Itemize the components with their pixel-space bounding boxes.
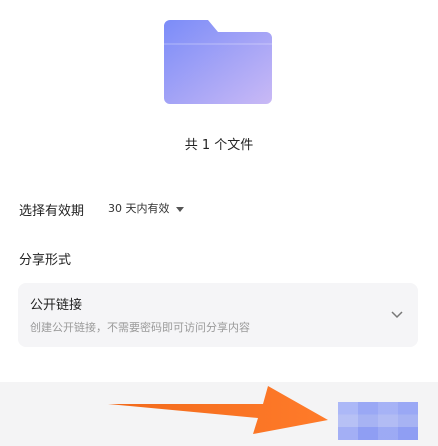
chevron-down-icon[interactable]	[390, 310, 404, 320]
share-form-label: 分享形式	[19, 253, 72, 268]
share-option-description: 创建公开链接，不需要密码即可访问分享内容	[30, 321, 250, 334]
share-option-title: 公开链接	[30, 298, 83, 313]
validity-dropdown[interactable]: 30 天内有效	[108, 200, 184, 216]
share-option-public-link[interactable]: 公开链接 创建公开链接，不需要密码即可访问分享内容	[18, 283, 418, 347]
arrow-right-icon	[108, 386, 328, 434]
caret-down-icon	[175, 206, 184, 212]
validity-value: 30 天内有效	[108, 202, 170, 215]
file-count-text: 共 1 个文件	[184, 138, 254, 153]
validity-label: 选择有效期	[19, 204, 85, 219]
folder-icon	[164, 18, 272, 104]
share-confirm-button[interactable]	[338, 402, 418, 440]
